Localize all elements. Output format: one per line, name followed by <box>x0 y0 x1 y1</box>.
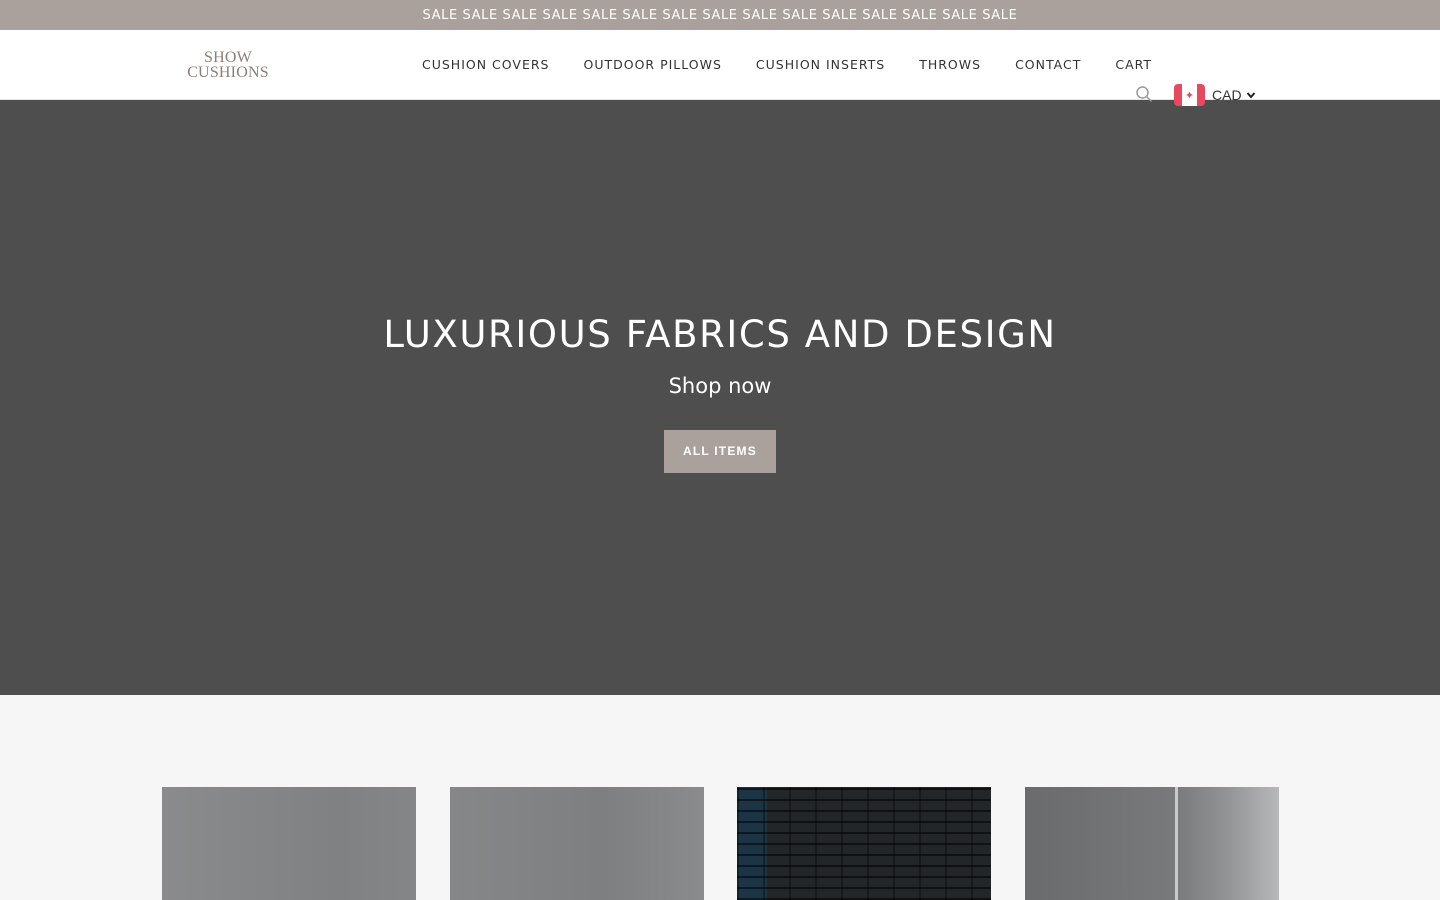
all-items-button[interactable]: ALL ITEMS <box>664 429 776 473</box>
collection-card[interactable] <box>162 787 416 900</box>
site-header: SHOW CUSHIONS CUSHION COVERS OUTDOOR PIL… <box>0 30 1440 106</box>
chevron-down-icon <box>1246 92 1255 99</box>
search-icon[interactable] <box>1135 85 1153 103</box>
collection-card[interactable] <box>1025 787 1279 900</box>
nav-cushion-inserts[interactable]: CUSHION INSERTS <box>756 57 885 72</box>
collection-card[interactable] <box>450 787 704 900</box>
hero-banner: LUXURIOUS FABRICS AND DESIGN Shop now AL… <box>0 100 1440 695</box>
currency-code: CAD <box>1212 87 1242 103</box>
nav-outdoor-pillows[interactable]: OUTDOOR PILLOWS <box>583 57 721 72</box>
nav-contact[interactable]: CONTACT <box>1015 57 1081 72</box>
hero-title: LUXURIOUS FABRICS AND DESIGN <box>383 312 1057 356</box>
nav-cart[interactable]: CART <box>1115 57 1152 72</box>
canada-flag-icon: ✦ <box>1174 84 1205 106</box>
window-frame-image-detail <box>1175 787 1178 900</box>
nav-cushion-covers[interactable]: CUSHION COVERS <box>422 57 549 72</box>
currency-selector[interactable]: ✦ CAD <box>1174 82 1256 108</box>
nav-throws[interactable]: THROWS <box>919 57 981 72</box>
collection-card[interactable] <box>737 787 991 900</box>
logo-line-2: CUSHIONS <box>187 64 269 81</box>
announcement-text: SALE SALE SALE SALE SALE SALE SALE SALE … <box>422 7 1018 23</box>
logo-line-1: SHOW <box>204 49 252 66</box>
brick-wall-image <box>737 787 991 900</box>
logo[interactable]: SHOW CUSHIONS <box>183 49 273 81</box>
main-nav: CUSHION COVERS OUTDOOR PILLOWS CUSHION I… <box>422 30 1152 99</box>
announcement-bar: SALE SALE SALE SALE SALE SALE SALE SALE … <box>0 0 1440 30</box>
hero-subtitle: Shop now <box>668 373 772 398</box>
collection-grid <box>0 695 1440 900</box>
